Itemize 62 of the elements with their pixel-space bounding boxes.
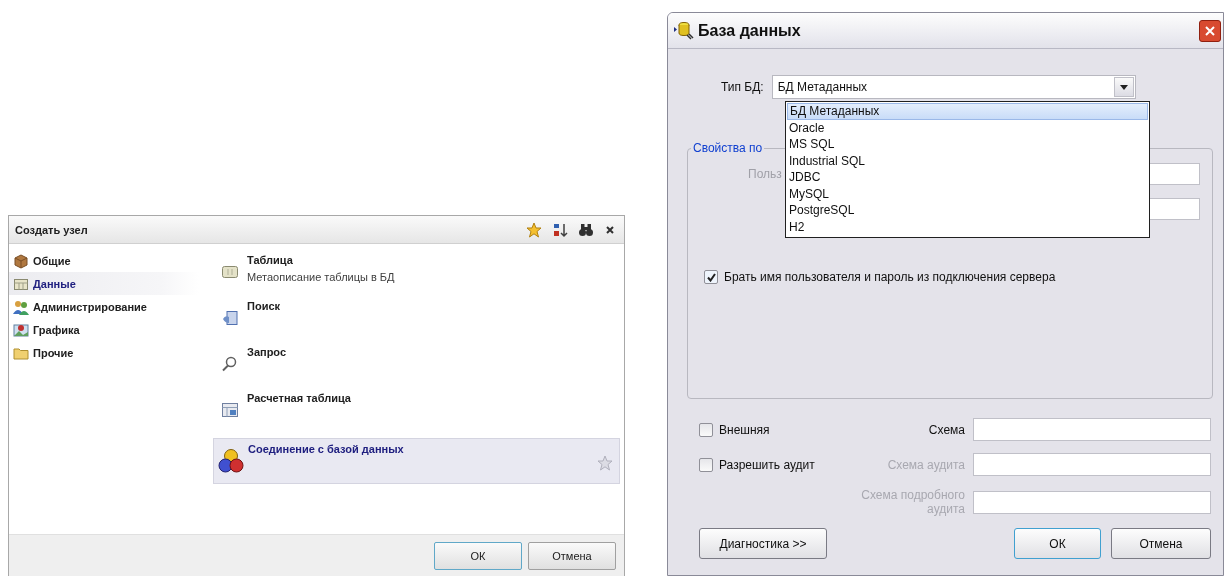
dropdown-option[interactable]: Oracle: [787, 119, 1148, 136]
dropdown-option[interactable]: MS SQL: [787, 136, 1148, 153]
category-item[interactable]: Общие: [9, 249, 199, 272]
node-type-item[interactable]: Запрос: [213, 342, 620, 388]
package-icon: [13, 252, 29, 269]
caret-icon: [1119, 84, 1128, 90]
star-icon: [526, 221, 542, 238]
cancel-button[interactable]: Отмена: [528, 541, 616, 570]
panel-title: Создать узел: [15, 223, 88, 236]
people-icon: [13, 298, 29, 315]
dropdown-button[interactable]: [1113, 77, 1134, 97]
node-type-item[interactable]: Соединение с базой данных: [213, 438, 620, 484]
field-label: Польз: [748, 167, 782, 181]
window-title: База данных: [698, 21, 802, 40]
category-item[interactable]: Администрирование: [9, 295, 199, 318]
ok-button[interactable]: ОК: [1014, 528, 1101, 559]
field-label: Схема: [927, 422, 965, 437]
field-label: Схема подробного аудита: [860, 488, 965, 516]
ok-button[interactable]: ОК: [434, 541, 522, 570]
checkbox[interactable]: [699, 422, 713, 437]
dropdown-option[interactable]: БД Метаданных: [787, 103, 1148, 120]
colored-spheres-icon: [218, 448, 244, 474]
checkbox-label: Разрешить аудит: [719, 457, 815, 472]
star-icon: [597, 455, 613, 471]
binoculars-icon: [578, 221, 594, 238]
sort-icon: [552, 221, 568, 238]
close-icon: [604, 223, 616, 236]
item-description: Метаописание таблицы в БД: [247, 271, 396, 283]
dropdown-option[interactable]: MySQL: [787, 185, 1148, 202]
node-type-item[interactable]: Таблица Метаописание таблицы в БД: [213, 250, 620, 296]
dropdown-option[interactable]: H2: [787, 218, 1148, 235]
item-title: Таблица: [247, 254, 294, 266]
magnifier-icon: [221, 356, 239, 372]
close-button[interactable]: [1199, 19, 1221, 42]
close-icon: [1204, 24, 1216, 37]
database-type-dropdown[interactable]: БД Метаданных: [771, 75, 1136, 99]
calculated-table-icon: [221, 402, 239, 418]
dropdown-option[interactable]: PostgreSQL: [787, 202, 1148, 219]
cancel-button[interactable]: Отмена: [1111, 528, 1211, 559]
checkbox-label: Брать имя пользователя и пароль из подключения сервера: [724, 270, 1056, 284]
database-icon: [674, 20, 694, 41]
node-type-item[interactable]: Расчетная таблица: [213, 388, 620, 434]
item-title: Поиск: [247, 300, 281, 312]
picture-icon: [13, 321, 29, 338]
category-item[interactable]: Прочие: [9, 341, 199, 364]
dropdown-option[interactable]: Industrial SQL: [787, 152, 1148, 169]
diagnostics-button[interactable]: Диагностика >>: [699, 528, 827, 559]
node-type-item[interactable]: Поиск: [213, 296, 620, 342]
field-label: Тип БД:: [721, 80, 764, 94]
checkmark-icon: [706, 272, 716, 282]
field-label: Схема аудита: [886, 457, 965, 472]
dropdown-option[interactable]: JDBC: [787, 169, 1148, 186]
item-title: Расчетная таблица: [247, 392, 352, 404]
category-item[interactable]: Графика: [9, 318, 199, 341]
group-title: Свойства по: [692, 141, 764, 155]
item-title: Запрос: [247, 346, 288, 358]
checkbox-label: Внешняя: [719, 422, 770, 437]
input-field[interactable]: [973, 418, 1211, 441]
document-icon: [221, 310, 239, 326]
item-title: Соединение с базой данных: [248, 443, 405, 455]
table-icon: [221, 264, 239, 280]
checkbox[interactable]: [704, 270, 718, 284]
